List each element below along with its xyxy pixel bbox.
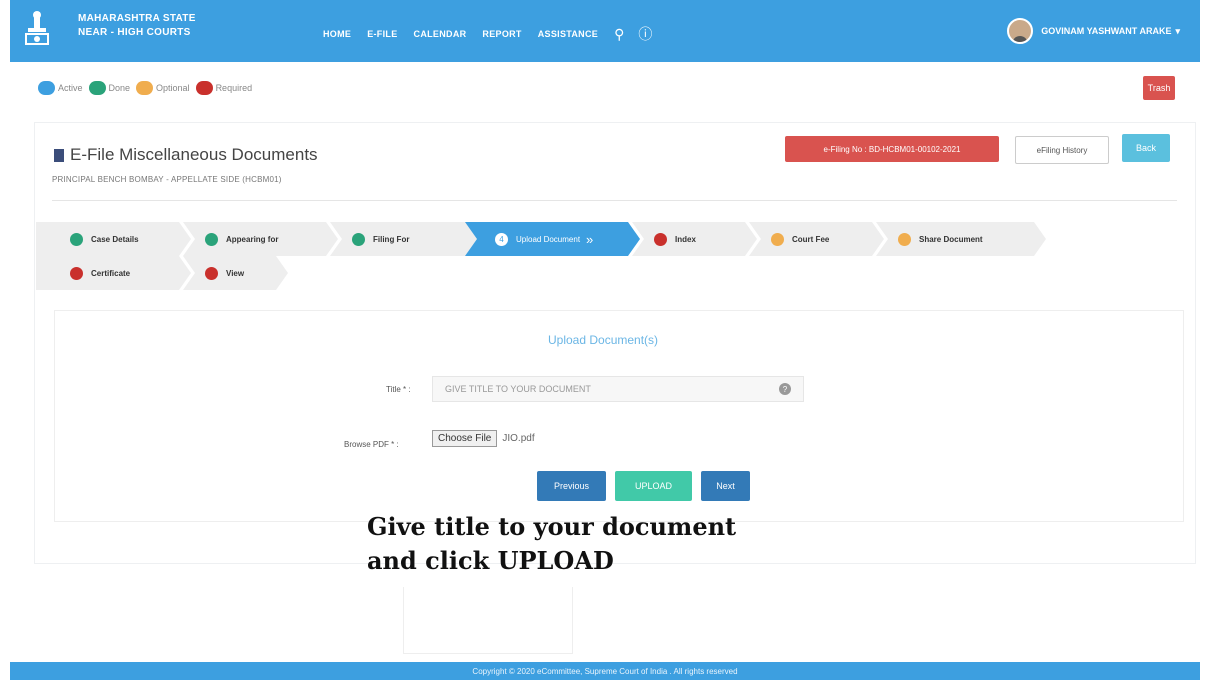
main-nav: HOME E-FILE CALENDAR REPORT ASSISTANCE ⚲…: [323, 24, 666, 44]
choose-file-button[interactable]: Choose File: [432, 430, 498, 447]
page-title: E-File Miscellaneous Documents: [54, 145, 318, 165]
step-status-dot: [352, 233, 365, 246]
user-name: GOVINAM YASHWANT ARAKE: [1041, 26, 1172, 36]
top-navbar: MAHARASHTRA STATE NEAR - HIGH COURTS HOM…: [10, 0, 1200, 62]
step-label: Case Details: [91, 234, 139, 244]
status-legend: Active Done Optional Required: [38, 81, 258, 95]
nav-calendar[interactable]: CALENDAR: [414, 29, 467, 39]
step-label: Certificate: [91, 268, 131, 278]
document-title-input[interactable]: GIVE TITLE TO YOUR DOCUMENT ?: [432, 376, 804, 402]
efiling-number-badge: e-Filing No : BD-HCBM01-00102-2021: [785, 136, 999, 162]
upload-heading: Upload Document(s): [548, 333, 659, 347]
step-label: Court Fee: [792, 234, 830, 244]
instruction-caption: Give title to your document and click UP…: [367, 510, 736, 578]
footer: Copyright © 2020 eCommittee, Supreme Cou…: [10, 662, 1200, 680]
step-label: Appearing for: [226, 234, 279, 244]
legend-optional: Optional: [136, 81, 190, 95]
step-filing-for[interactable]: Filing For: [330, 222, 485, 256]
legend-optional-dot: [136, 81, 154, 95]
brand-title[interactable]: MAHARASHTRA STATE NEAR - HIGH COURTS: [78, 12, 196, 40]
legend-done: Done: [88, 81, 131, 95]
previous-button[interactable]: Previous: [537, 471, 606, 501]
step-court-fee[interactable]: Court Fee: [749, 222, 884, 256]
step-certificate[interactable]: Certificate: [36, 256, 191, 290]
file-picker: Choose File JIO.pdf: [432, 430, 535, 447]
title-input-placeholder: GIVE TITLE TO YOUR DOCUMENT: [445, 384, 591, 394]
step-upload-document[interactable]: 4 Upload Document »: [465, 222, 640, 256]
caption-line-1: Give title to your document: [367, 512, 737, 541]
legend-optional-label: Optional: [156, 83, 190, 93]
step-label: Index: [675, 234, 696, 244]
help-icon[interactable]: ⓘ: [638, 24, 652, 44]
step-label: Share Document: [919, 234, 983, 244]
step-share-document[interactable]: Share Document: [876, 222, 1046, 256]
step-status-dot: [898, 233, 911, 246]
step-status-dot: [70, 267, 83, 280]
caption-line-2: and click UPLOAD: [367, 546, 614, 575]
legend-required-label: Required: [215, 83, 253, 93]
step-number: 4: [495, 233, 508, 246]
user-menu[interactable]: GOVINAM YASHWANT ARAKE ▾: [1007, 18, 1180, 44]
step-label: Filing For: [373, 234, 410, 244]
step-status-dot: [205, 233, 218, 246]
legend-active-label: Active: [58, 83, 83, 93]
brand-line-2: NEAR - HIGH COURTS: [78, 27, 191, 38]
page-subtitle: PRINCIPAL BENCH BOMBAY - APPELLATE SIDE …: [52, 175, 282, 184]
title-label: Title * :: [386, 385, 411, 394]
step-status-dot: [654, 233, 667, 246]
divider: [52, 200, 1177, 201]
legend-required-dot: [195, 81, 213, 95]
legend-done-label: Done: [108, 83, 131, 93]
step-index[interactable]: Index: [632, 222, 757, 256]
file-icon: [54, 148, 64, 162]
next-button[interactable]: Next: [701, 471, 750, 501]
step-case-details[interactable]: Case Details: [36, 222, 191, 256]
legend-done-dot: [88, 81, 106, 95]
avatar: [1007, 18, 1034, 44]
brand-line-1: MAHARASHTRA STATE: [78, 13, 196, 24]
step-label: View: [226, 268, 245, 278]
legend-active: Active: [38, 81, 83, 95]
legend-required: Required: [195, 81, 253, 95]
selected-file-name: JIO.pdf: [502, 433, 535, 444]
browse-pdf-label: Browse PDF * :: [344, 440, 399, 449]
upload-button[interactable]: UPLOAD: [615, 471, 692, 501]
nav-assistance[interactable]: ASSISTANCE: [538, 29, 598, 39]
efiling-history-button[interactable]: eFiling History: [1015, 136, 1109, 164]
legend-active-dot: [38, 81, 55, 95]
search-icon[interactable]: ⚲: [614, 26, 624, 43]
nav-report[interactable]: REPORT: [482, 29, 521, 39]
emblem-logo-icon: [25, 11, 49, 45]
page-title-text: E-File Miscellaneous Documents: [70, 145, 318, 164]
step-status-dot: [771, 233, 784, 246]
empty-dropdown-area: [403, 587, 573, 654]
step-status-dot: [205, 267, 218, 280]
nav-home[interactable]: HOME: [323, 29, 351, 39]
step-label: Upload Document: [516, 234, 581, 244]
step-status-dot: [70, 233, 83, 246]
help-icon[interactable]: ?: [779, 383, 791, 395]
caret-down-icon: ▾: [1175, 25, 1180, 36]
step-appearing-for[interactable]: Appearing for: [183, 222, 338, 256]
double-chevron-right-icon: »: [586, 231, 594, 247]
trash-button[interactable]: Trash: [1143, 76, 1175, 100]
step-view[interactable]: View: [183, 256, 288, 290]
nav-efile[interactable]: E-FILE: [367, 29, 397, 39]
back-button[interactable]: Back: [1122, 134, 1170, 162]
